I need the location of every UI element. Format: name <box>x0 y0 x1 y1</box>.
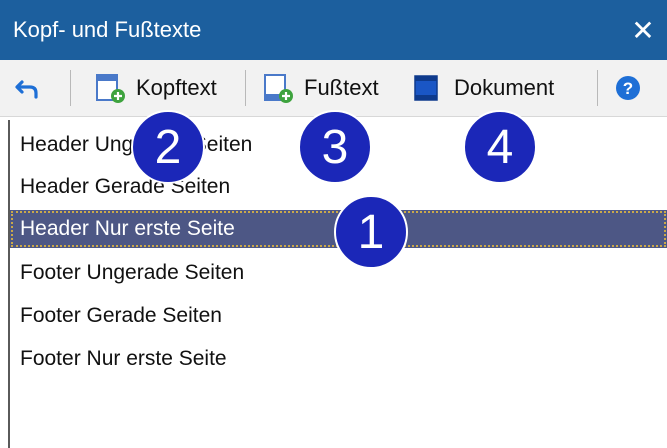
fusstext-label: Fußtext <box>304 75 379 100</box>
callout-4: 4 <box>463 110 537 184</box>
close-button[interactable]: ✕ <box>625 12 661 48</box>
toolbar-separator <box>597 70 598 106</box>
toolbar: Kopftext Fußtext Dokument ? <box>0 60 667 117</box>
add-header-icon <box>96 74 125 103</box>
help-icon: ? <box>616 76 640 100</box>
dokument-label: Dokument <box>454 75 555 100</box>
list-item-footer-first[interactable]: Footer Nur erste Seite <box>10 340 667 378</box>
svg-text:?: ? <box>623 79 633 98</box>
callout-3: 3 <box>298 110 372 184</box>
add-footer-icon <box>264 74 293 103</box>
toolbar-separator <box>245 70 246 106</box>
back-button[interactable] <box>14 68 42 108</box>
list-item-footer-even[interactable]: Footer Gerade Seiten <box>10 297 667 335</box>
header-footer-window: Kopf- und Fußtexte ✕ Kopftext Fußtext Do… <box>0 0 667 448</box>
title-bar: Kopf- und Fußtexte ✕ <box>0 0 667 60</box>
kopftext-button[interactable]: Kopftext <box>94 68 217 108</box>
callout-1: 1 <box>334 195 408 269</box>
toolbar-separator <box>70 70 71 106</box>
list-item-footer-odd[interactable]: Footer Ungerade Seiten <box>10 254 667 292</box>
document-icon <box>414 75 438 101</box>
help-button[interactable]: ? <box>614 68 642 108</box>
undo-arrow-icon <box>15 80 38 99</box>
callout-2: 2 <box>131 110 205 184</box>
fusstext-button[interactable]: Fußtext <box>262 68 379 108</box>
window-title: Kopf- und Fußtexte <box>13 17 202 42</box>
kopftext-label: Kopftext <box>136 75 217 100</box>
dokument-button[interactable]: Dokument <box>412 68 554 108</box>
